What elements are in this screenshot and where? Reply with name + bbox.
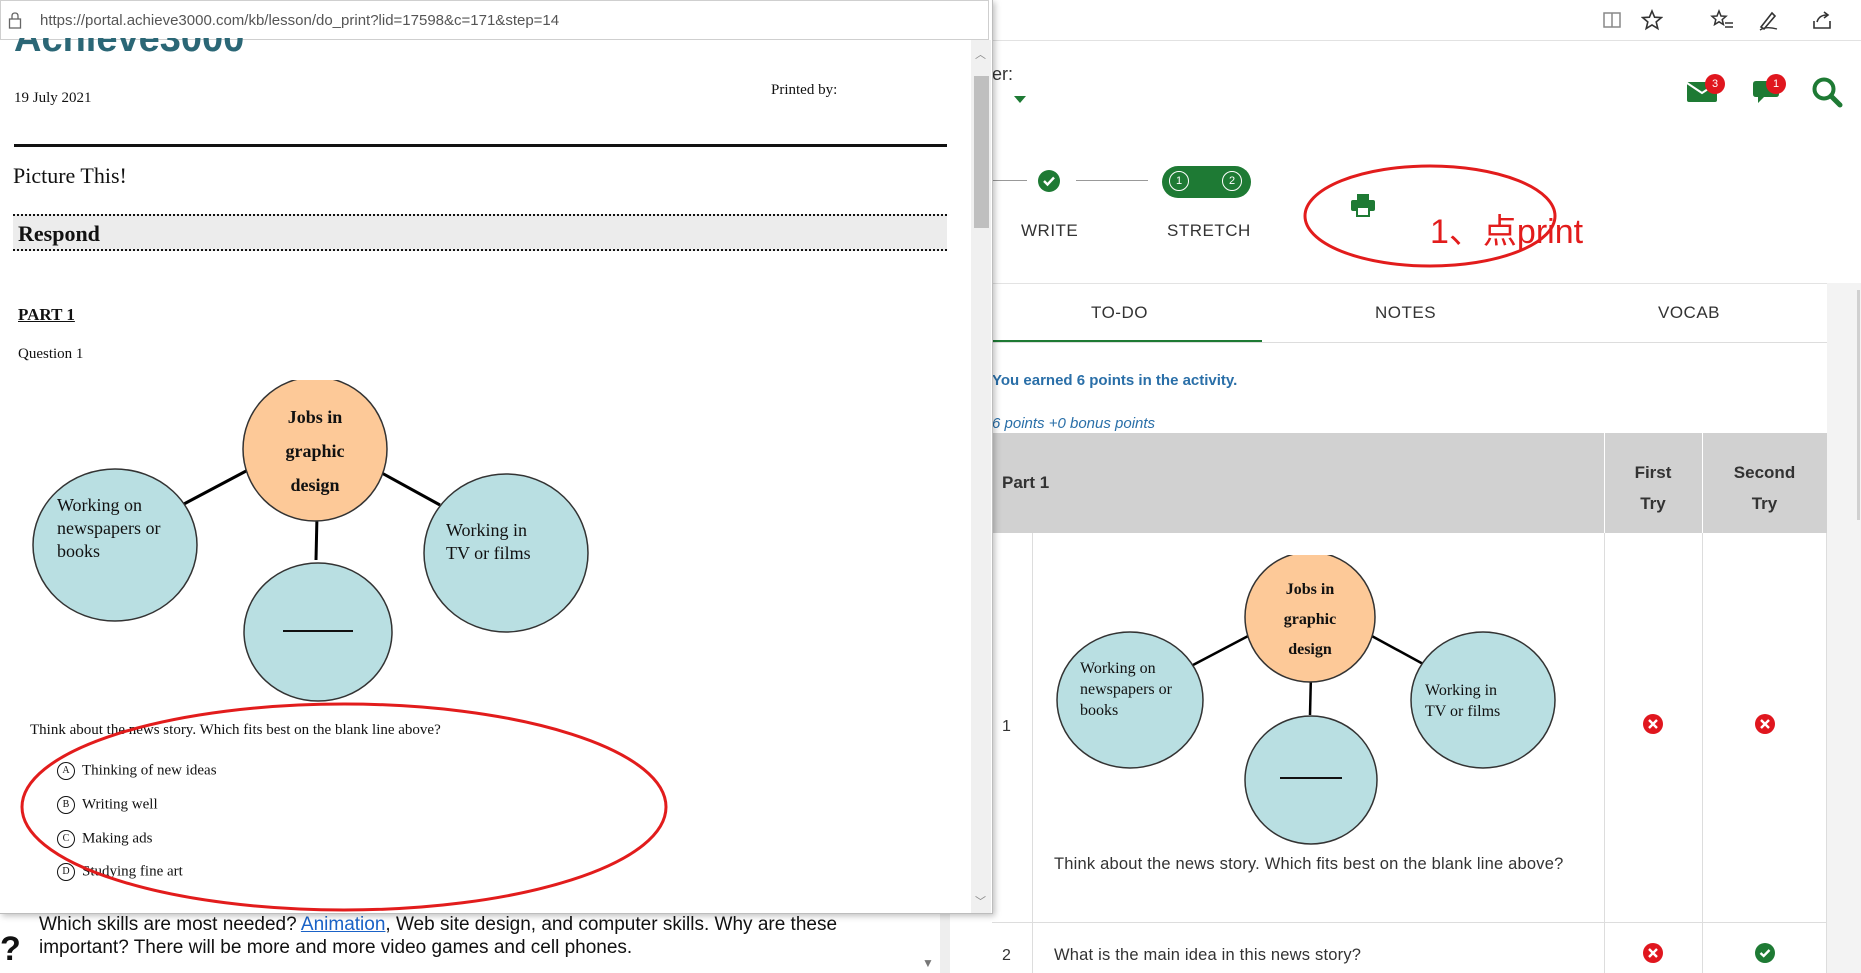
dropdown-caret-icon[interactable]	[1014, 96, 1026, 103]
row-num-divider	[1032, 533, 1033, 973]
step-stretch-label[interactable]: STRETCH	[1167, 221, 1251, 241]
step-write-label[interactable]: WRITE	[1021, 221, 1078, 241]
passage-text: Which skills are most needed? Animation,…	[39, 914, 838, 958]
passage-scrollbar[interactable]	[940, 913, 950, 973]
tabs-top-divider	[992, 283, 1861, 284]
respond-section-header: Respond	[13, 214, 947, 251]
popup-url-text[interactable]: https://portal.achieve3000.com/kb/lesson…	[40, 12, 559, 29]
search-icon[interactable]	[1811, 76, 1843, 108]
row1-diagram-blank-line	[1280, 777, 1342, 779]
reading-view-icon[interactable]	[1600, 8, 1624, 32]
correct-check-icon	[1755, 943, 1775, 963]
favorites-list-icon[interactable]	[1710, 8, 1734, 32]
row2-question-text: What is the main idea in this news story…	[1054, 946, 1362, 964]
col-divider	[1702, 533, 1703, 973]
tab-todo[interactable]: TO-DO	[1091, 303, 1148, 323]
incorrect-x-icon	[1643, 714, 1663, 734]
diagram-right-text: Working in TV or films	[446, 520, 531, 563]
favorite-star-icon[interactable]	[1640, 8, 1664, 32]
stretch-step-1[interactable]: 1	[1169, 171, 1189, 191]
print-date: 19 July 2021	[14, 90, 92, 106]
incorrect-x-icon	[1643, 943, 1663, 963]
passage-scroll-down-icon[interactable]: ▼	[922, 956, 934, 970]
earned-points-text: You earned 6 points in the activity.	[992, 372, 1238, 389]
diagram-left-text: Working on newspapers or books	[57, 495, 161, 561]
share-icon[interactable]	[1810, 8, 1834, 32]
tab-vocab[interactable]: VOCAB	[1658, 303, 1720, 323]
printed-by-label: Printed by:	[771, 82, 838, 98]
scroll-up-arrow-icon[interactable]: ︿	[975, 46, 986, 62]
points-breakdown-text: 6 points +0 bonus points	[992, 415, 1156, 432]
print-preview-window: https://portal.achieve3000.com/kb/lesson…	[0, 0, 993, 914]
annotation-ellipse-question	[20, 702, 668, 912]
row-divider	[992, 922, 1827, 923]
right-panel-gutter	[1827, 283, 1861, 973]
header-rule	[14, 144, 947, 147]
question-label: Question 1	[18, 346, 84, 362]
diagram-blank-line	[283, 630, 353, 632]
annotation-print-text: 1、点print	[1430, 213, 1584, 251]
col-divider	[1604, 533, 1605, 973]
header-partial-label: er:	[992, 64, 1014, 84]
article-title: Picture This!	[13, 163, 127, 188]
table-part-label: Part 1	[1002, 473, 1050, 492]
lock-icon	[8, 11, 22, 29]
row1-diagram-left-text: Working on newspapers or books	[1080, 660, 1172, 719]
achieve3000-logo: Achieve3000	[14, 38, 244, 56]
tabs-bottom-divider	[992, 342, 1861, 343]
respond-heading: Respond	[18, 221, 100, 246]
col-second-try: Second Try	[1733, 463, 1796, 513]
question-mark-icon: ?	[0, 930, 21, 968]
scroll-down-arrow-icon[interactable]: ﹀	[975, 893, 986, 909]
row1-diagram-right-text: Working in TV or films	[1425, 682, 1501, 720]
step-stretch-pill[interactable]: 1 2	[1162, 166, 1251, 198]
tab-notes[interactable]: NOTES	[1375, 303, 1436, 323]
popup-scrollbar-thumb[interactable]	[974, 76, 989, 228]
col-first-try: First Try	[1634, 463, 1672, 513]
right-panel-scrollbar[interactable]	[1857, 290, 1860, 520]
pen-icon[interactable]	[1756, 8, 1780, 32]
vocab-link-animation[interactable]: Animation	[301, 914, 386, 935]
part-heading: PART 1	[18, 305, 75, 324]
row-number: 1	[1002, 718, 1011, 735]
incorrect-x-icon	[1755, 714, 1775, 734]
row-number: 2	[1002, 947, 1011, 964]
row1-question-text: Think about the news story. Which fits b…	[1054, 855, 1564, 873]
step-connector	[1076, 180, 1148, 181]
chat-badge: 1	[1766, 74, 1786, 94]
row1-diagram-center-text: Jobs in graphic design	[1283, 581, 1337, 658]
mail-badge: 3	[1705, 74, 1725, 94]
diagram-center-text: Jobs in graphic design	[285, 407, 345, 495]
step-connector	[992, 180, 1027, 181]
stretch-step-2[interactable]: 2	[1222, 171, 1242, 191]
popup-url-bar: https://portal.achieve3000.com/kb/lesson…	[0, 0, 989, 40]
step-complete-check-icon	[1038, 170, 1060, 192]
